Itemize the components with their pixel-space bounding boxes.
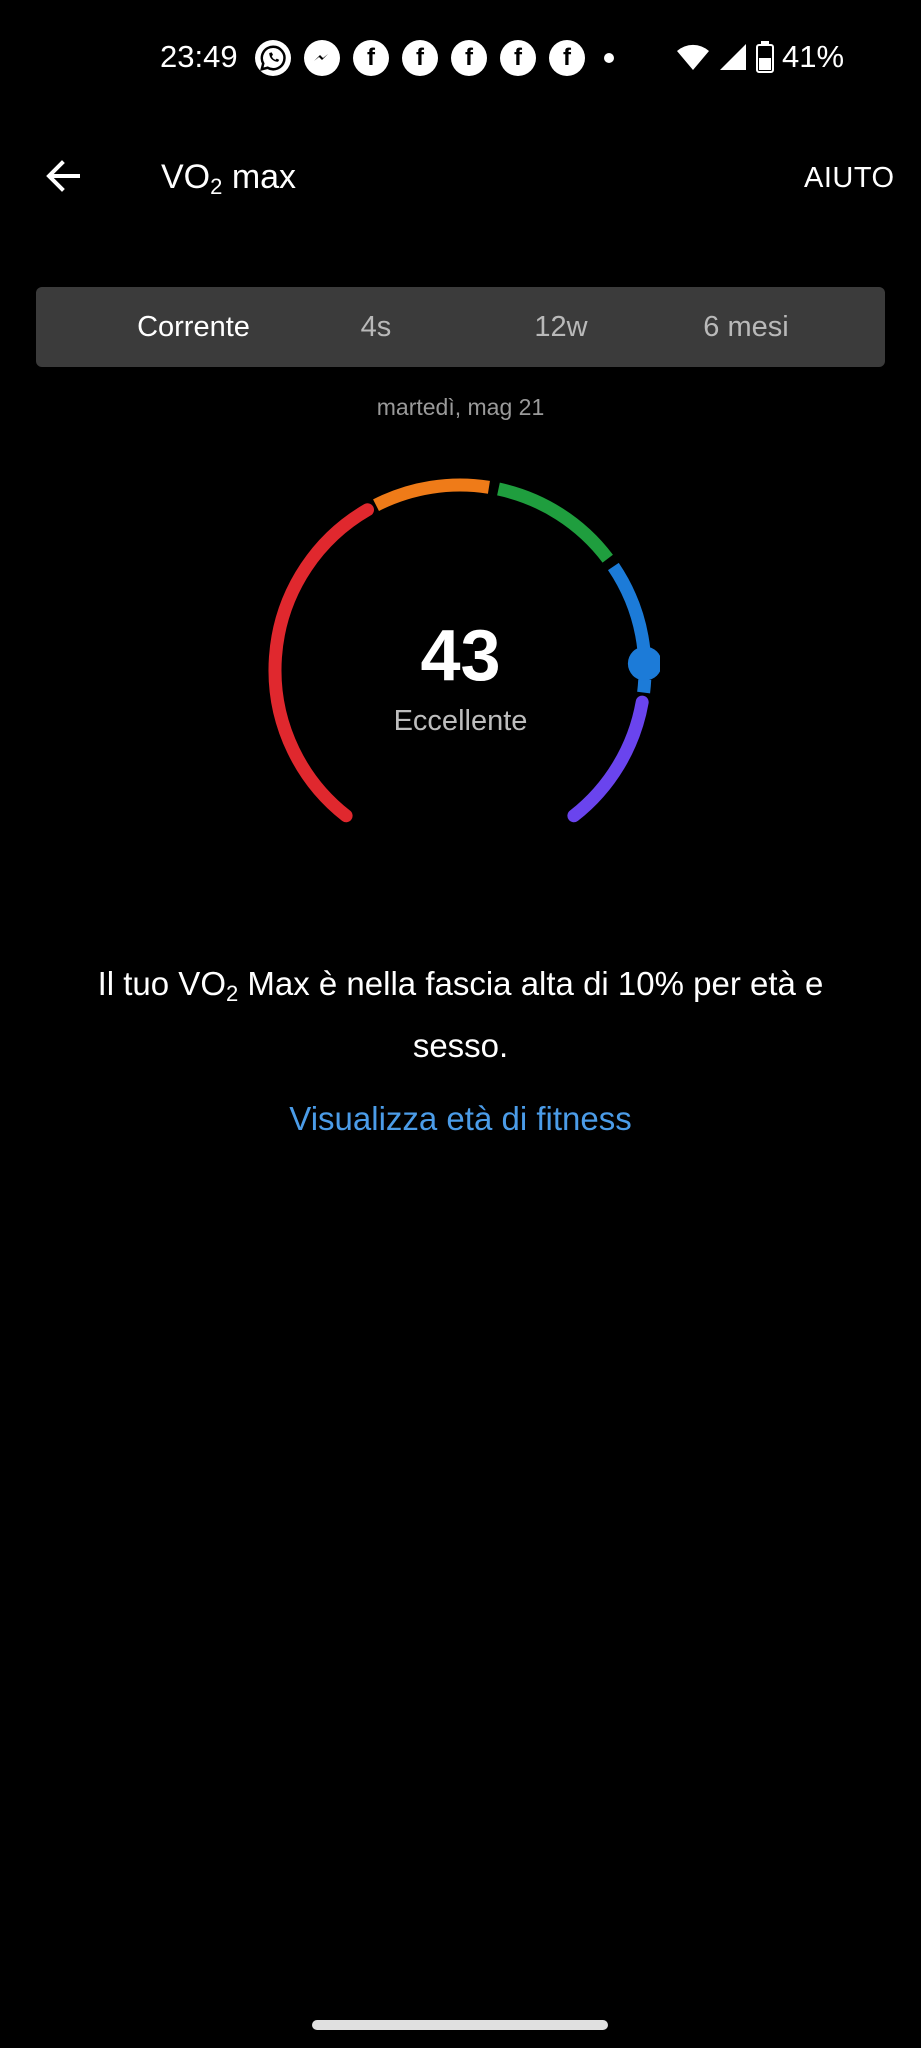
wifi-icon: [677, 44, 709, 70]
facebook-icon: f: [451, 40, 487, 76]
more-dot-icon: [604, 53, 614, 63]
help-button[interactable]: AIUTO: [804, 162, 895, 195]
system-status: 41%: [676, 38, 844, 76]
fitness-age-link[interactable]: Visualizza età di fitness: [0, 1100, 921, 1138]
back-button[interactable]: [38, 150, 90, 202]
status-time: 23:49: [160, 39, 238, 74]
tab-current[interactable]: Corrente: [106, 287, 281, 367]
date-label: martedì, mag 21: [376, 394, 545, 420]
vo2-category: Eccellente: [393, 705, 528, 737]
gauge-segment-good: [497, 482, 613, 563]
home-indicator[interactable]: [312, 2020, 608, 2030]
facebook-icon: f: [500, 40, 536, 76]
tab-6-months[interactable]: 6 mesi: [656, 287, 836, 367]
battery-percent: 41%: [782, 39, 845, 74]
notification-icons: f f f f f: [255, 40, 614, 76]
vo2-description: Il tuo VO2 Max è nella fascia alta di 10…: [97, 965, 824, 1064]
tab-4-weeks[interactable]: 4s: [321, 287, 431, 367]
back-arrow-icon: [46, 160, 80, 192]
tab-12-weeks[interactable]: 12w: [486, 287, 636, 367]
facebook-icon: f: [549, 40, 585, 76]
whatsapp-icon: [255, 40, 291, 76]
period-tabs: Corrente 4s 12w 6 mesi: [36, 287, 885, 367]
messenger-icon: [304, 40, 340, 76]
page-title: VO2 max: [161, 158, 297, 199]
battery-icon: [756, 41, 774, 73]
vo2-value: 43: [420, 616, 501, 696]
facebook-icon: f: [402, 40, 438, 76]
gauge-segment-fair: [373, 478, 490, 511]
facebook-icon: f: [353, 40, 389, 76]
signal-icon: [720, 44, 746, 70]
